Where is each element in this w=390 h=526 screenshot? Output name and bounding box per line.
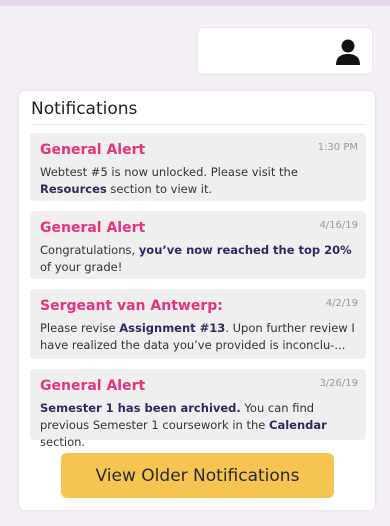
title-divider [31, 124, 365, 125]
notification-body-text: of your grade! [40, 260, 123, 274]
notification-body-emphasis: Calendar [269, 418, 327, 432]
notification-card[interactable]: General Alert 1:30 PM Webtest #5 is now … [30, 133, 366, 201]
notification-body-emphasis: Assignment #13 [119, 321, 226, 335]
notification-body: Webtest #5 is now unlocked. Please visit… [40, 164, 358, 198]
notification-time: 1:30 PM [317, 142, 358, 153]
notification-body: Please revise Assignment #13. Upon furth… [40, 320, 358, 354]
notification-body-text: section. [40, 435, 86, 449]
view-older-notifications-button[interactable]: View Older Notifications [61, 453, 334, 498]
user-icon[interactable] [334, 38, 362, 66]
notification-sender: General Alert [40, 142, 146, 158]
notification-body: Congratulations, you’ve now reached the … [40, 242, 358, 276]
notification-time: 4/16/19 [319, 220, 358, 231]
profile-button[interactable] [197, 27, 373, 75]
notification-card[interactable]: Sergeant van Antwerp: 4/2/19 Please revi… [30, 289, 366, 359]
notification-card[interactable]: General Alert 4/16/19 Congratulations, y… [30, 211, 366, 279]
notifications-panel: Notifications General Alert 1:30 PM Webt… [19, 91, 375, 510]
notification-time: 4/2/19 [325, 298, 358, 309]
notification-body-emphasis: Semester 1 has been archived. [40, 401, 241, 415]
notification-body-text: section to view it. [106, 182, 213, 196]
notification-body-text: Webtest #5 is now unlocked. Please visit… [40, 165, 298, 179]
notification-body-emphasis: you’ve now reached the top 20% [138, 243, 352, 257]
notification-body: Semester 1 has been archived. You can fi… [40, 400, 358, 451]
notifications-title: Notifications [31, 99, 138, 119]
notification-sender: General Alert [40, 378, 146, 394]
notification-body-text: Please revise [40, 321, 120, 335]
notification-card[interactable]: General Alert 3/26/19 Semester 1 has bee… [30, 369, 366, 449]
notification-sender: General Alert [40, 220, 146, 236]
notification-sender: Sergeant van Antwerp: [40, 298, 223, 314]
top-strip [0, 0, 390, 6]
notification-body-emphasis: Resources [40, 182, 107, 196]
notification-time: 3/26/19 [319, 378, 358, 389]
notification-body-text: Congratulations, [40, 243, 139, 257]
